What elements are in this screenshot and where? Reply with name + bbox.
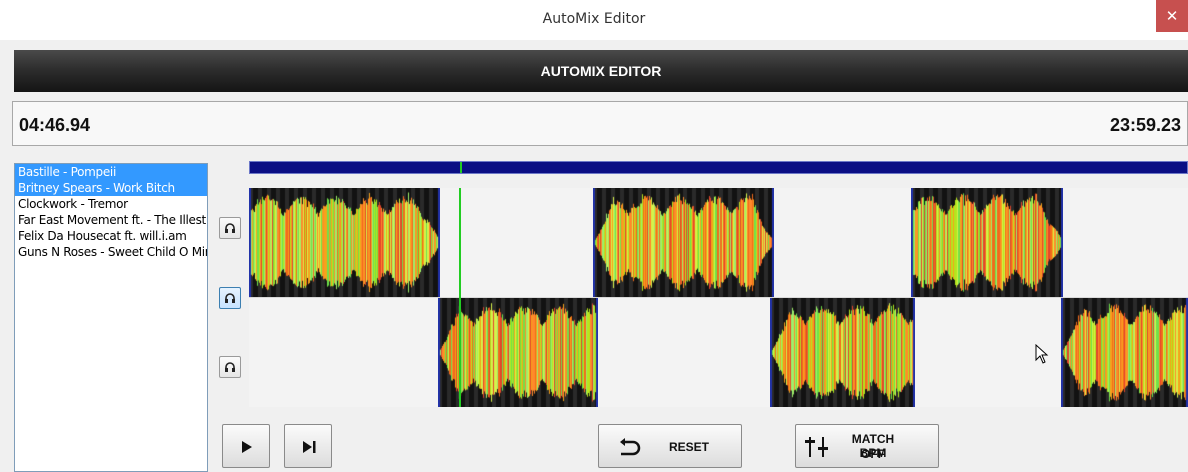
skip-next-button[interactable] — [284, 424, 332, 468]
undo-icon — [620, 438, 641, 456]
track-item[interactable]: Far East Movement ft. - The Illest — [15, 212, 207, 228]
headphone-icon — [225, 362, 235, 372]
track-item[interactable]: Guns N Roses - Sweet Child O Mine — [15, 244, 207, 260]
waveform-clip[interactable] — [438, 298, 598, 407]
time-display: 04:46.94 23:59.23 — [12, 101, 1188, 146]
waveform-clip[interactable] — [1061, 298, 1188, 407]
automix-editor-window: AutoMix Editor ✕ AUTOMIX EDITOR 04:46.94… — [0, 0, 1188, 472]
track-item[interactable]: Clockwork - Tremor — [15, 196, 207, 212]
tempo-sliders-icon — [805, 437, 828, 457]
waveform-timeline[interactable] — [249, 188, 1188, 407]
reset-label: RESET — [669, 440, 710, 454]
reset-button[interactable]: RESET — [598, 424, 742, 468]
track-list[interactable]: Bastille - Pompeii Britney Spears - Work… — [14, 163, 208, 472]
headphone-button-deck-3[interactable] — [219, 356, 241, 378]
headphone-icon — [225, 293, 235, 303]
track-item[interactable]: Britney Spears - Work Bitch — [15, 180, 207, 196]
waveform-clip[interactable] — [770, 298, 915, 407]
total-time: 23:59.23 — [1109, 115, 1181, 135]
play-button[interactable] — [222, 424, 270, 468]
elapsed-time: 04:46.94 — [19, 115, 91, 135]
track-item[interactable]: Felix Da Housecat ft. will.i.am — [15, 228, 207, 244]
headphone-icon — [225, 223, 235, 233]
editor-header-title: AUTOMIX EDITOR — [540, 63, 662, 79]
waveform-clip[interactable] — [593, 188, 774, 297]
track-item[interactable]: Bastille - Pompeii — [15, 164, 207, 180]
editor-header: AUTOMIX EDITOR — [14, 50, 1188, 92]
mix-progress-bar[interactable] — [249, 161, 1188, 174]
headphone-button-deck-1[interactable] — [219, 217, 241, 239]
match-bpm-state: OFF — [861, 447, 885, 461]
play-icon — [242, 441, 252, 453]
window-title: AutoMix Editor — [542, 11, 646, 27]
playhead[interactable] — [459, 188, 461, 407]
headphone-button-deck-2[interactable] — [219, 287, 241, 309]
title-bar: AutoMix Editor ✕ — [0, 0, 1188, 40]
waveform-clip[interactable] — [911, 188, 1063, 297]
lane-divider — [249, 297, 1188, 298]
match-bpm-button[interactable]: MATCH BPM OFF — [795, 424, 939, 468]
skip-next-icon — [303, 441, 316, 453]
waveform-clip[interactable] — [249, 188, 440, 297]
mouse-cursor-icon — [1035, 344, 1049, 364]
close-button[interactable]: ✕ — [1156, 0, 1188, 32]
progress-marker — [460, 162, 462, 173]
